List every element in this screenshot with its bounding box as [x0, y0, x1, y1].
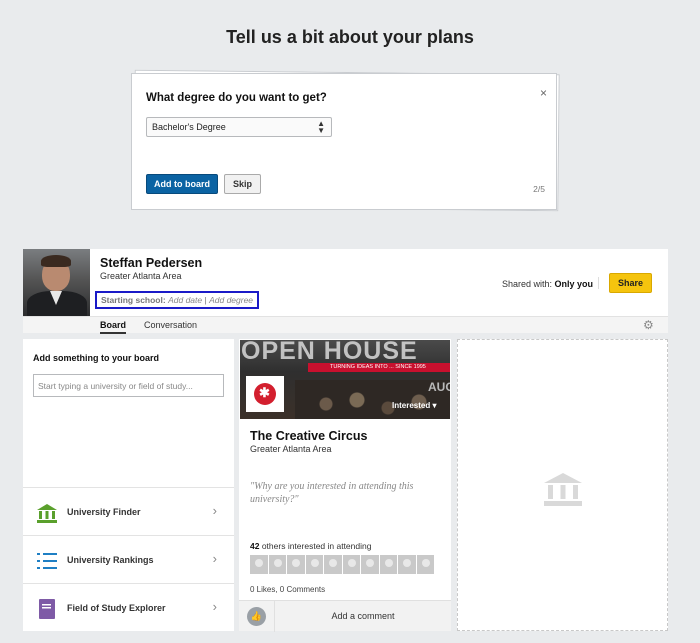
add-to-board-panel: Add something to your board Start typing… [23, 339, 234, 631]
avatar-hair [41, 255, 71, 267]
add-comment-button[interactable]: Add a comment [275, 611, 451, 621]
avatar[interactable] [324, 555, 342, 574]
cover-aug: AUG [428, 380, 450, 394]
thumbs-up-icon[interactable]: 👍 [247, 607, 266, 626]
shared-with: Shared with: Only you [502, 279, 593, 289]
school-cover-image: OPEN HOUSE TURNING IDEAS INTO ... SINCE … [240, 340, 450, 419]
separator: | [204, 295, 207, 305]
interested-dropdown[interactable]: Interested ▾ [392, 401, 436, 410]
avatar[interactable] [416, 555, 434, 574]
tool-label: University Rankings [67, 555, 154, 565]
likes-comments: 0 Likes, 0 Comments [250, 585, 326, 594]
divider [598, 277, 599, 289]
list-icon [37, 553, 57, 569]
close-icon[interactable]: × [540, 86, 547, 100]
panel-title: Add something to your board [33, 353, 159, 363]
degree-select-value: Bachelor's Degree [152, 122, 226, 132]
card-footer: 👍 Add a comment [239, 600, 451, 632]
skip-button[interactable]: Skip [224, 174, 261, 194]
avatar[interactable] [305, 555, 323, 574]
cover-banner: TURNING IDEAS INTO ... SINCE 1995 [308, 363, 450, 372]
tool-label: Field of Study Explorer [67, 603, 166, 613]
others-interested: 42 others interested in attending [250, 541, 371, 551]
logo-mark-icon: ✱ [259, 385, 270, 400]
avatar[interactable] [268, 555, 286, 574]
degree-select[interactable]: Bachelor's Degree ▲ ▼ [146, 117, 332, 137]
empty-board-slot[interactable] [457, 339, 668, 631]
avatar[interactable] [23, 249, 90, 316]
starting-school-label: Starting school: [101, 295, 166, 305]
avatar[interactable] [361, 555, 379, 574]
add-to-board-button[interactable]: Add to board [146, 174, 218, 194]
avatar[interactable] [342, 555, 360, 574]
university-finder-item[interactable]: University Finder › [23, 487, 234, 535]
avatar[interactable] [287, 555, 305, 574]
school-name[interactable]: The Creative Circus [250, 429, 367, 443]
university-rankings-item[interactable]: University Rankings › [23, 535, 234, 583]
interested-avatars [250, 555, 434, 574]
school-card[interactable]: OPEN HOUSE TURNING IDEAS INTO ... SINCE … [239, 339, 451, 632]
step-indicator: 2/5 [533, 184, 545, 194]
shared-label: Shared with: [502, 279, 553, 289]
degree-modal: × What degree do you want to get? Bachel… [131, 73, 557, 210]
share-button[interactable]: Share [609, 273, 652, 293]
chevron-right-icon: › [212, 551, 217, 566]
bank-icon [544, 473, 582, 506]
school-location: Greater Atlanta Area [250, 444, 332, 454]
field-of-study-explorer-item[interactable]: Field of Study Explorer › [23, 583, 234, 631]
profile-name[interactable]: Steffan Pedersen [100, 256, 202, 270]
gear-icon[interactable]: ⚙ [643, 318, 654, 332]
page-title: Tell us a bit about your plans [226, 27, 474, 47]
crowd-photo [295, 380, 450, 419]
book-icon [39, 599, 55, 619]
chevron-right-icon: › [212, 503, 217, 518]
search-input[interactable]: Start typing a university or field of st… [33, 374, 224, 397]
profile-location: Greater Atlanta Area [100, 271, 182, 281]
tool-label: University Finder [67, 507, 141, 517]
add-date-link[interactable]: Add date [168, 295, 202, 305]
avatar[interactable] [379, 555, 397, 574]
avatar[interactable] [250, 555, 268, 574]
interest-prompt[interactable]: "Why are you interested in attending thi… [250, 480, 442, 506]
starting-school-field: Starting school: Add date | Add degree [95, 291, 259, 309]
school-logo: ✱ [246, 376, 284, 412]
chevron-right-icon: › [212, 599, 217, 614]
shared-value[interactable]: Only you [555, 279, 594, 289]
others-text: others interested in attending [259, 541, 372, 551]
avatar[interactable] [398, 555, 416, 574]
add-degree-link[interactable]: Add degree [209, 295, 253, 305]
tab-conversation[interactable]: Conversation [144, 320, 197, 330]
profile-header: Steffan Pedersen Greater Atlanta Area St… [23, 249, 668, 334]
select-arrows-icon: ▲ ▼ [317, 119, 325, 135]
modal-question: What degree do you want to get? [146, 92, 327, 104]
bank-icon [37, 504, 57, 523]
tab-board[interactable]: Board [100, 320, 127, 334]
